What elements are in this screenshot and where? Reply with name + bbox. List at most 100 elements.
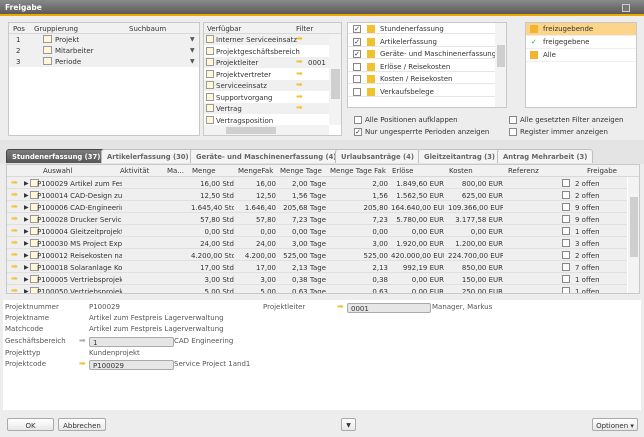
entry-type-item[interactable]: Verkaufsbelege xyxy=(348,86,495,97)
row-arrow-icon[interactable]: ➡ xyxy=(11,274,18,283)
entry-type-item[interactable]: ✓ Stundenerfassung xyxy=(348,23,495,34)
filter-arrow-icon[interactable]: ➡ xyxy=(296,80,303,89)
status-item[interactable]: Alle xyxy=(526,49,636,62)
release-checkbox[interactable] xyxy=(562,287,570,293)
link-arrow-icon[interactable]: ➡ xyxy=(79,336,86,345)
available-row[interactable]: Projektleiter ➡ 0001 xyxy=(204,57,329,68)
expand-icon[interactable]: ▶ xyxy=(24,180,29,187)
grid-header-7[interactable]: Erlöse xyxy=(392,167,413,175)
horizontal-scrollbar[interactable] xyxy=(204,125,329,135)
row-arrow-icon[interactable]: ➡ xyxy=(11,286,18,293)
available-row[interactable]: Vertrag ➡ xyxy=(204,103,329,114)
ok-button[interactable]: OK xyxy=(7,418,54,431)
table-row[interactable]: ➡ ▶ P100014 CAD-Design zu 12,50 Std 12,50 1,5… xyxy=(7,189,627,201)
entry-type-item[interactable]: ✓ Artikelerfassung xyxy=(348,36,495,47)
close-button[interactable] xyxy=(622,4,630,12)
link-arrow-icon[interactable]: ➡ xyxy=(337,302,344,311)
grid-header-10[interactable]: Freigabe xyxy=(587,167,617,175)
available-row[interactable]: Interner Serviceeinsatz ➡ xyxy=(204,34,329,45)
collapse-details-button[interactable]: ▼ xyxy=(341,418,356,431)
grouping-row[interactable]: 3 Periode ▼ xyxy=(9,56,199,67)
release-checkbox[interactable] xyxy=(562,239,570,247)
row-arrow-icon[interactable]: ➡ xyxy=(11,262,18,271)
table-row[interactable]: ➡ ▶ P100030 MS Project Export 24,00 Std 24,0… xyxy=(7,237,627,249)
table-row[interactable]: ➡ ▶ P100006 CAD-Engineering 1.645,40 Std 1.6… xyxy=(7,201,627,213)
unlocked-only-checkbox[interactable]: ✓ xyxy=(354,128,362,136)
row-arrow-icon[interactable]: ➡ xyxy=(11,202,18,211)
row-arrow-icon[interactable]: ➡ xyxy=(11,190,18,199)
row-arrow-icon[interactable]: ➡ xyxy=(11,214,18,223)
filter-arrow-icon[interactable]: ➡ xyxy=(296,34,303,43)
available-row[interactable]: Supportvorgang ➡ xyxy=(204,91,329,103)
options-button[interactable]: Optionen ▾ xyxy=(592,418,638,431)
type-checkbox[interactable]: ✓ xyxy=(353,50,361,58)
release-checkbox[interactable] xyxy=(562,203,570,211)
projektleiter-field[interactable]: 0001 xyxy=(347,303,431,313)
entry-type-item[interactable]: Erlöse / Reisekosten xyxy=(348,61,495,72)
expand-icon[interactable]: ▶ xyxy=(24,204,29,211)
show-filters-checkbox[interactable] xyxy=(509,116,517,124)
tab-geraete[interactable]: Geräte- und Maschinenerfassung (4) xyxy=(190,149,343,163)
grid-header-8[interactable]: Kosten xyxy=(449,167,473,175)
release-checkbox[interactable] xyxy=(562,263,570,271)
grid-header-9[interactable]: Referenz xyxy=(508,167,539,175)
type-checkbox[interactable]: ✓ xyxy=(353,25,361,33)
release-checkbox[interactable] xyxy=(562,227,570,235)
dropdown-icon[interactable]: ▼ xyxy=(190,47,195,54)
vertical-scrollbar[interactable] xyxy=(495,23,506,107)
tab-antrag-mehrarbeit[interactable]: Antrag Mehrarbeit (3) xyxy=(497,149,594,163)
row-arrow-icon[interactable]: ➡ xyxy=(11,226,18,235)
type-checkbox[interactable]: ✓ xyxy=(353,37,361,46)
available-row[interactable]: Vertragsposition xyxy=(204,114,329,126)
link-arrow-icon[interactable]: ➡ xyxy=(79,359,86,368)
type-checkbox[interactable] xyxy=(353,62,361,71)
tab-gleitzeitantrag[interactable]: Gleitzeitantrag (3) xyxy=(418,149,502,163)
type-checkbox[interactable] xyxy=(353,87,361,96)
expand-icon[interactable]: ▶ xyxy=(24,240,29,247)
entry-type-item[interactable]: ✓ Geräte- und Maschinenerfassung xyxy=(348,48,496,59)
available-row[interactable]: Serviceeinsatz ➡ xyxy=(204,80,329,91)
cancel-button[interactable]: Abbrechen xyxy=(58,418,106,431)
projektcode-field[interactable]: P100029 xyxy=(89,360,174,370)
grid-header-6[interactable]: Menge Tage Fak xyxy=(330,167,386,175)
row-arrow-icon[interactable]: ➡ xyxy=(11,250,18,259)
tab-artikelerfassung[interactable]: Artikelerfassung (30) xyxy=(101,149,195,163)
expand-icon[interactable]: ▶ xyxy=(24,228,29,235)
table-row[interactable]: ➡ ▶ P100004 Gleitzeitprojekt 0,00 Std 0,00 0,… xyxy=(7,225,627,237)
expand-icon[interactable]: ▶ xyxy=(24,264,29,271)
geschaeftsbereich-field[interactable]: 1 xyxy=(89,337,174,347)
available-row[interactable]: Projektvertreter ➡ xyxy=(204,68,329,80)
vertical-scrollbar[interactable] xyxy=(628,177,639,293)
expand-icon[interactable]: ▶ xyxy=(24,276,29,283)
grid-header-1[interactable]: Aktivität xyxy=(120,167,149,175)
grid-header-2[interactable]: Ma... xyxy=(167,167,184,175)
grid-header-3[interactable]: Menge xyxy=(192,167,216,175)
release-checkbox[interactable] xyxy=(562,275,570,283)
grouping-row[interactable]: 1 Projekt ▼ xyxy=(9,34,199,45)
grid-header-5[interactable]: Menge Tage xyxy=(280,167,322,175)
grouping-row[interactable]: 2 Mitarbeiter ▼ xyxy=(9,45,199,56)
expand-icon[interactable]: ▶ xyxy=(24,192,29,199)
table-row[interactable]: ➡ ▶ P100028 Drucker Service 57,80 Std 57,80 7… xyxy=(7,213,627,225)
table-row[interactable]: ➡ ▶ P100029 Artikel zum Festpreis 16,00 Std… xyxy=(7,177,627,189)
status-item[interactable]: freizugebende xyxy=(526,23,636,36)
tab-urlaubsantraege[interactable]: Urlaubsanträge (4) xyxy=(335,149,420,163)
vertical-scrollbar[interactable] xyxy=(329,34,341,125)
status-item[interactable]: ✓ freigegebene xyxy=(526,36,636,49)
dropdown-icon[interactable]: ▼ xyxy=(190,58,195,65)
row-arrow-icon[interactable]: ➡ xyxy=(11,238,18,247)
filter-arrow-icon[interactable]: ➡ xyxy=(296,92,303,101)
table-row[interactable]: ➡ ▶ P100012 Reisekosten nach 4.200,00 Std 4.… xyxy=(7,249,627,261)
release-checkbox[interactable] xyxy=(562,251,570,259)
filter-arrow-icon[interactable]: ➡ xyxy=(296,57,303,66)
release-checkbox[interactable] xyxy=(562,215,570,223)
expand-icon[interactable]: ▶ xyxy=(24,216,29,223)
grid-header-0[interactable]: Auswahl xyxy=(43,167,72,175)
table-row[interactable]: ➡ ▶ P100005 Vertriebsprojekt 3,00 Std 3,00 0,… xyxy=(7,273,627,285)
release-checkbox[interactable] xyxy=(562,179,570,187)
dropdown-icon[interactable]: ▼ xyxy=(190,36,195,43)
expand-icon[interactable]: ▶ xyxy=(24,252,29,259)
entry-type-item[interactable]: Kosten / Reisekosten xyxy=(348,73,495,84)
expand-all-checkbox[interactable] xyxy=(354,116,362,124)
tab-stundenerfassung[interactable]: Stundenerfassung (37) xyxy=(6,149,107,163)
